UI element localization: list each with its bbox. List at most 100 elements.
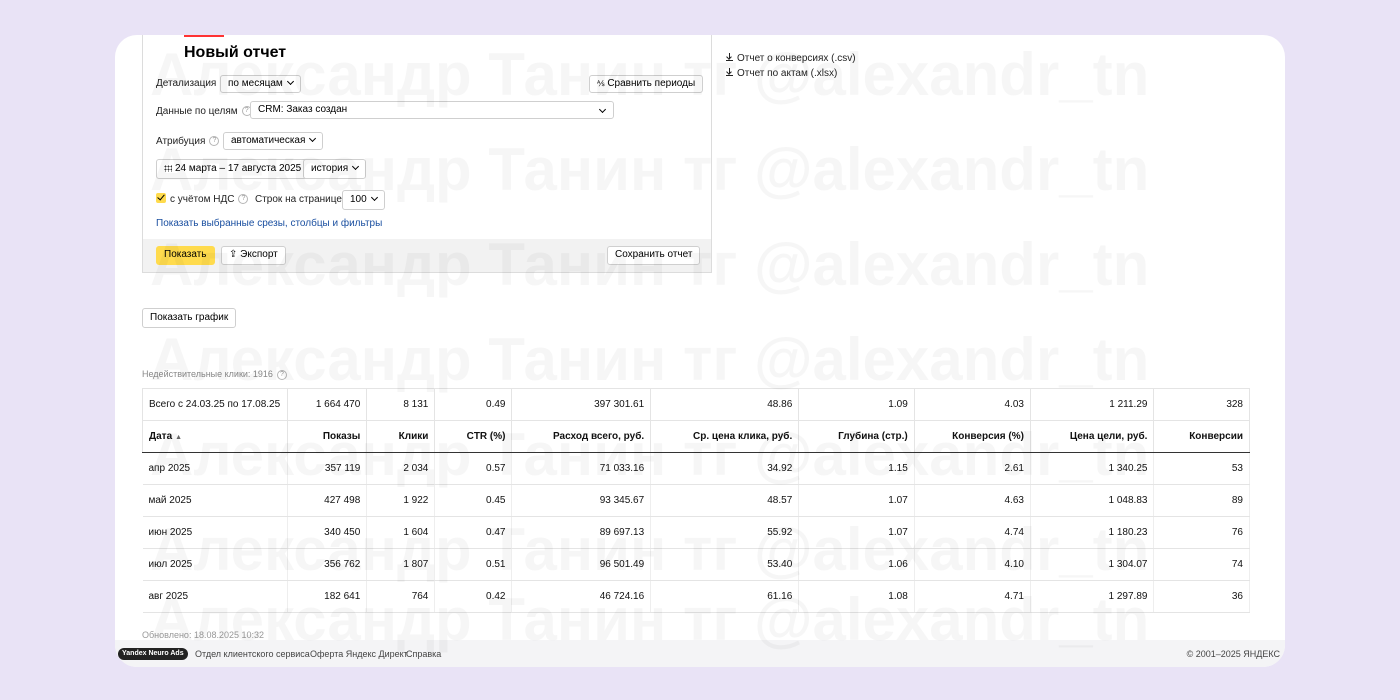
table-cell: 1.09: [798, 388, 915, 421]
help-icon[interactable]: ?: [238, 194, 249, 205]
rows-per-page-select[interactable]: 100: [342, 190, 385, 210]
column-header[interactable]: Клики: [366, 420, 436, 453]
chevron-down-icon: [309, 134, 317, 143]
table-cell: 1 048.83: [1030, 484, 1155, 517]
neuro-ads-badge[interactable]: Yandex Neuro Ads: [118, 648, 188, 660]
goals-select[interactable]: CRM: Заказ создан: [250, 101, 614, 119]
report-settings-panel: Новый отчет Детализация по месяцам ⅍ Сра…: [142, 35, 712, 273]
show-slices-link[interactable]: Показать выбранные срезы, столбцы и филь…: [156, 218, 382, 229]
export-button[interactable]: ⇪ Экспорт: [221, 246, 286, 265]
table-cell: 1 297.89: [1030, 580, 1155, 613]
table-cell: 764: [366, 580, 436, 613]
table-cell: 74: [1153, 548, 1250, 581]
column-header[interactable]: CTR (%): [434, 420, 513, 453]
table-cell: 48.57: [650, 484, 800, 517]
accent-line: [184, 35, 224, 37]
invalid-clicks-text: Недействительные клики: 1916: [142, 369, 273, 379]
column-header[interactable]: Глубина (стр.): [798, 420, 915, 453]
table-cell: 4.74: [914, 516, 1031, 549]
table-cell: 93 345.67: [511, 484, 652, 517]
attribution-select[interactable]: автоматическая: [223, 132, 324, 150]
table-cell: 0.57: [434, 452, 513, 485]
show-button[interactable]: Показать: [156, 246, 215, 265]
column-header[interactable]: Конверсии: [1153, 420, 1250, 453]
download-acts-xlsx[interactable]: Отчет по актам (.xlsx): [725, 68, 837, 79]
table-cell: 1 304.07: [1030, 548, 1155, 581]
export-label: Экспорт: [240, 249, 278, 260]
column-header[interactable]: Расход всего, руб.: [511, 420, 652, 453]
table-cell: июн 2025: [142, 516, 289, 549]
sort-ascending-icon[interactable]: ▲: [175, 434, 182, 441]
download-icon: [725, 53, 734, 63]
vat-checkbox[interactable]: [156, 193, 166, 203]
page-title: Новый отчет: [184, 44, 287, 61]
table-cell: 53.40: [650, 548, 800, 581]
footer-link-client-service[interactable]: Отдел клиентского сервиса: [195, 649, 310, 659]
vat-label: с учётом НДС?: [170, 194, 249, 205]
chevron-down-icon: [370, 193, 378, 202]
rows-per-page-label: Строк на странице: [255, 194, 342, 205]
compare-periods-button[interactable]: ⅍ Сравнить периоды: [589, 75, 704, 93]
updated-timestamp: Обновлено: 18.08.2025 10:32: [142, 630, 265, 640]
table-cell: 61.16: [650, 580, 800, 613]
table-cell: 340 450: [287, 516, 368, 549]
table-cell: 0.47: [434, 516, 513, 549]
table-cell: 1.07: [798, 516, 915, 549]
table-cell: 89 697.13: [511, 516, 652, 549]
header-row: Дата ▲ Показы Клики CTR (%) Расход всего, руб…: [141, 420, 1250, 453]
help-icon[interactable]: ?: [209, 136, 220, 147]
table-cell: 48.86: [650, 388, 800, 421]
copyright: © 2001–2025 ЯНДЕКС: [1186, 649, 1280, 659]
column-header[interactable]: Конверсия (%): [913, 420, 1031, 453]
table-cell: 46 724.16: [511, 580, 652, 613]
attribution-select-value: автоматическая: [231, 135, 306, 146]
table-cell: 1 180.23: [1030, 516, 1155, 549]
table-cell: 357 119: [287, 452, 368, 485]
help-icon[interactable]: ?: [276, 369, 287, 380]
table-cell: 0.49: [434, 388, 513, 421]
table-cell: 4.63: [914, 484, 1031, 517]
table-cell: 2.61: [914, 452, 1031, 485]
goals-label-text: Данные по целям: [156, 106, 238, 117]
report-card: Новый отчет Детализация по месяцам ⅍ Сра…: [115, 35, 1285, 667]
table-cell: 55.92: [650, 516, 800, 549]
column-header[interactable]: Показы: [287, 420, 368, 453]
detail-select-value: по месяцам: [228, 78, 283, 89]
table-cell: 36: [1153, 580, 1250, 613]
table-cell: 0.45: [434, 484, 513, 517]
table-cell: 1 211.29: [1029, 388, 1155, 421]
footer-link-offer[interactable]: Оферта Яндекс Директ: [310, 649, 408, 659]
download-conversions-csv[interactable]: Отчет о конверсиях (.csv): [725, 53, 856, 64]
compare-periods-label: Сравнить периоды: [607, 78, 696, 89]
table-cell: июл 2025: [142, 548, 289, 581]
footer-link-help[interactable]: Справка: [406, 649, 441, 659]
save-report-button[interactable]: Сохранить отчет: [607, 246, 701, 265]
table-cell: 1 664 470: [287, 388, 368, 421]
compare-icon: ⅍: [597, 79, 605, 88]
table-cell: 328: [1153, 388, 1250, 421]
column-header[interactable]: Цена цели, руб.: [1029, 420, 1155, 453]
table-cell: 1.08: [798, 580, 915, 613]
table-cell: 8 131: [366, 388, 436, 421]
totals-row: Всего с 24.03.25 по 17.08.25 1 664 470 8 1…: [141, 388, 1250, 421]
table-row: июл 2025 356 762 1 807 0.51 96 501.49 53.40 1.…: [142, 548, 1250, 581]
table-row: апр 2025 357 119 2 034 0.57 71 033.16 34.92 1.…: [142, 452, 1250, 485]
table-cell: 397 301.61: [511, 388, 652, 421]
rows-per-page-value: 100: [350, 194, 367, 205]
invalid-clicks: Недействительные клики: 1916?: [142, 369, 287, 380]
history-select[interactable]: история: [303, 159, 367, 179]
footer: Yandex Neuro Ads Отдел клиентского серви…: [115, 640, 1285, 667]
table-cell: Всего с 24.03.25 по 17.08.25: [141, 388, 289, 421]
chevron-down-icon: [598, 105, 607, 114]
detail-label: Детализация: [156, 78, 217, 89]
detail-select[interactable]: по месяцам: [220, 75, 301, 93]
table-cell: 34.92: [650, 452, 800, 485]
attribution-label: Атрибуция?: [156, 136, 220, 147]
column-header[interactable]: Дата ▲: [141, 420, 289, 453]
column-header[interactable]: Ср. цена клика, руб.: [650, 420, 800, 453]
date-range-picker[interactable]: 24 марта – 17 августа 2025: [156, 159, 310, 179]
table-cell: 4.10: [914, 548, 1031, 581]
history-select-value: история: [311, 163, 349, 174]
chevron-down-icon: [286, 77, 294, 86]
show-chart-button[interactable]: Показать график: [142, 308, 237, 328]
